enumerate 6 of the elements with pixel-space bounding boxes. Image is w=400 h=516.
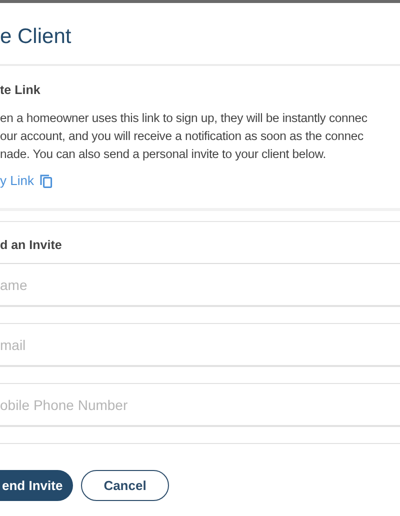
- send-button[interactable]: end Invite: [0, 470, 73, 501]
- cancel-button[interactable]: Cancel: [80, 470, 170, 501]
- dialog-title: e Client: [0, 3, 400, 66]
- copy-icon: [40, 174, 53, 188]
- description-text: en a homeowner uses this link to sign up, they will be instantly connec our account, and you will receive a notification as soon as the connec nade. You can also send a personal invite to your client below.: [0, 110, 368, 163]
- section-heading: te Link: [0, 82, 42, 98]
